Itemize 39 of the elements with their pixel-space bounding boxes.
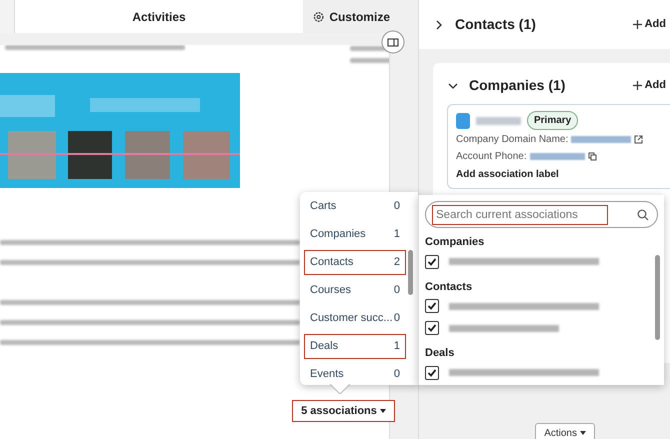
- group-heading: Contacts: [425, 280, 474, 294]
- external-link-icon[interactable]: [634, 135, 644, 144]
- actions-button[interactable]: Actions: [535, 423, 595, 439]
- blurred-text: [476, 116, 521, 124]
- association-type-item[interactable]: Deals 1: [304, 334, 406, 359]
- checkbox[interactable]: [425, 366, 439, 380]
- search-icon[interactable]: [637, 208, 649, 220]
- section-title: Companies (1): [469, 76, 566, 95]
- add-label-link[interactable]: Add association label: [456, 167, 662, 182]
- blurred-text: [571, 136, 632, 143]
- field-label: Company Domain Name:: [456, 133, 568, 147]
- caret-icon: [380, 408, 386, 413]
- checkbox[interactable]: [425, 321, 439, 335]
- associations-button[interactable]: 5 associations: [292, 400, 395, 422]
- checkbox[interactable]: [425, 299, 439, 313]
- field-label: Account Phone:: [456, 150, 527, 164]
- search-field[interactable]: Search current associations: [425, 201, 658, 228]
- association-type-item[interactable]: Companies 1: [304, 222, 406, 247]
- tab[interactable]: Activities: [15, 0, 303, 33]
- plus-icon: [632, 81, 642, 90]
- section-title: Contacts (1): [455, 15, 536, 34]
- settings-icon: [313, 10, 324, 22]
- association-type-item[interactable]: Events 0: [304, 362, 406, 387]
- association-type-item[interactable]: Carts 0: [304, 194, 406, 219]
- company-logo-icon: [456, 112, 470, 128]
- group-heading: Companies: [425, 235, 486, 250]
- group-heading: Deals: [425, 346, 456, 361]
- plus-icon: [632, 20, 642, 29]
- association-type-item[interactable]: Contacts 2: [304, 250, 406, 275]
- association-type-item[interactable]: Courses 0: [304, 278, 406, 303]
- checkbox[interactable]: [425, 254, 439, 268]
- blurred-text: [530, 153, 585, 160]
- caret-icon: [580, 430, 586, 435]
- copy-icon[interactable]: [588, 152, 597, 161]
- add-button[interactable]: Add: [632, 77, 670, 94]
- panel-toggle-icon[interactable]: [381, 30, 405, 54]
- association-type-item[interactable]: Customer succ...0: [304, 306, 406, 331]
- add-button[interactable]: Add: [632, 16, 670, 33]
- primary-badge: Primary: [527, 111, 578, 130]
